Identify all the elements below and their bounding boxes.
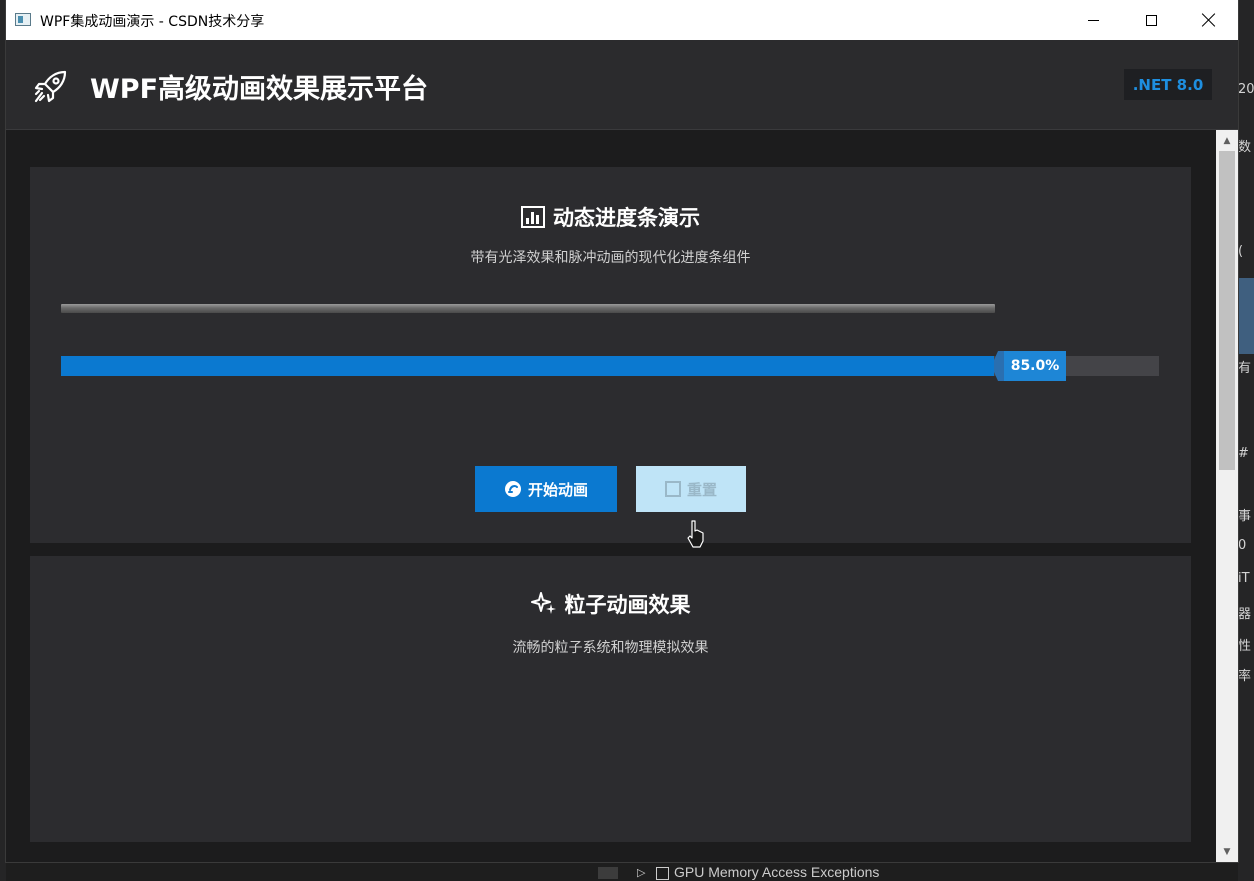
bg-fragment: # [1238, 446, 1249, 461]
bg-fragment: 事 [1238, 509, 1252, 524]
progress-percent-label: 85.0% [1004, 351, 1066, 381]
progress-demo-card: 动态进度条演示 带有光泽效果和脉冲动画的现代化进度条组件 85.0% 开始动画 … [30, 167, 1191, 548]
expand-arrow-icon[interactable]: ▷ [637, 866, 645, 879]
card-title: 粒子动画效果 [30, 589, 1191, 619]
hand-cursor-icon [687, 520, 704, 548]
particle-card-subtitle: 流畅的粒子系统和物理模拟效果 [512, 640, 709, 656]
window-title: WPF集成动画演示 - CSDN技术分享 [40, 14, 265, 30]
bg-fragment: ( [1238, 244, 1244, 259]
minimize-button[interactable] [1064, 0, 1122, 40]
bg-fragment: 有 [1238, 361, 1252, 376]
background-ide-bottom: ▷ GPU Memory Access Exceptions [6, 862, 1238, 881]
particle-demo-card: 粒子动画效果 流畅的粒子系统和物理模拟效果 [30, 556, 1191, 842]
app-window: WPF集成动画演示 - CSDN技术分享 WPF高级动画效果展示平台 .NET … [6, 0, 1238, 862]
bg-fragment: 器 [1238, 607, 1252, 622]
close-button[interactable] [1180, 0, 1238, 40]
progress-card-title: 动态进度条演示 [553, 206, 700, 230]
bar-chart-icon [521, 206, 545, 228]
bg-toggle[interactable] [598, 867, 618, 879]
bg-fragment: 率 [1238, 669, 1252, 684]
close-icon [1202, 13, 1216, 27]
bg-fragment: iT [1238, 571, 1250, 586]
maximize-button[interactable] [1122, 0, 1180, 40]
title-bar[interactable]: WPF集成动画演示 - CSDN技术分享 [6, 0, 1238, 40]
rocket-icon [34, 70, 67, 103]
progress-card-subtitle: 带有光泽效果和脉冲动画的现代化进度条组件 [470, 250, 751, 266]
app-header: WPF高级动画效果展示平台 .NET 8.0 [6, 40, 1238, 130]
sparkle-icon [530, 592, 556, 614]
bg-block [1238, 278, 1254, 354]
play-circle-icon [504, 481, 521, 497]
app-icon [15, 13, 31, 26]
bg-fragment: 0 [1238, 538, 1247, 553]
vertical-scrollbar[interactable]: ▲ ▼ [1216, 130, 1238, 862]
card-title: 动态进度条演示 [30, 202, 1191, 232]
bg-fragment: 性 [1238, 639, 1252, 654]
progress-thumb[interactable] [994, 351, 1004, 381]
bg-fragment: 20 [1238, 82, 1254, 97]
scrollbar-thumb[interactable] [1219, 151, 1235, 470]
start-button-label: 开始动画 [527, 480, 588, 499]
minimize-icon [1087, 19, 1099, 21]
reset-button[interactable]: 重置 [636, 466, 746, 512]
exception-label: GPU Memory Access Exceptions [674, 864, 880, 880]
gloss-progress-bar [61, 304, 995, 313]
scroll-content[interactable]: 动态进度条演示 带有光泽效果和脉冲动画的现代化进度条组件 85.0% 开始动画 … [6, 130, 1216, 862]
start-animation-button[interactable]: 开始动画 [475, 466, 617, 512]
scroll-up-arrow-icon[interactable]: ▲ [1216, 131, 1238, 150]
scroll-down-arrow-icon[interactable]: ▼ [1216, 842, 1238, 861]
progress-fill [61, 356, 994, 376]
maximize-icon [1145, 14, 1157, 26]
page-title: WPF高级动画效果展示平台 [90, 74, 429, 105]
progress-track: 85.0% [61, 351, 1159, 381]
bg-fragment: 数 [1238, 140, 1252, 155]
version-badge: .NET 8.0 [1124, 69, 1212, 100]
reset-button-label: 重置 [686, 480, 717, 499]
reset-icon [664, 481, 681, 497]
background-ide-right: 20 数 ( 有 # 事 0 iT 器 性 率 [1238, 0, 1254, 881]
particle-card-title: 粒子动画效果 [564, 593, 691, 617]
exception-checkbox[interactable] [656, 867, 669, 880]
